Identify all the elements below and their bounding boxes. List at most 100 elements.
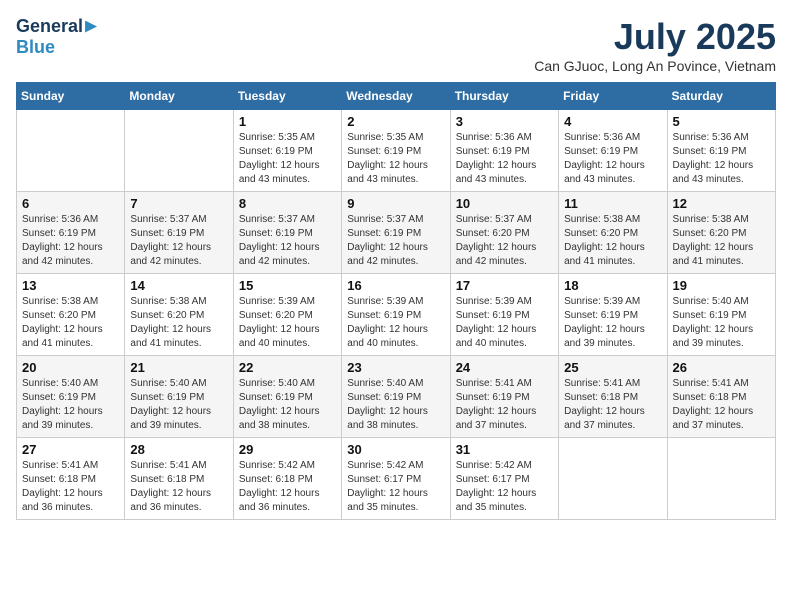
calendar-cell: 31 Sunrise: 5:42 AMSunset: 6:17 PMDayligh… — [450, 438, 558, 520]
calendar-cell: 21 Sunrise: 5:40 AMSunset: 6:19 PMDayligh… — [125, 356, 233, 438]
calendar-cell: 6 Sunrise: 5:36 AMSunset: 6:19 PMDaylight… — [17, 192, 125, 274]
day-info: Sunrise: 5:35 AMSunset: 6:19 PMDaylight:… — [347, 131, 444, 187]
calendar-cell: 10 Sunrise: 5:37 AMSunset: 6:20 PMDayligh… — [450, 192, 558, 274]
calendar-week-1: 1 Sunrise: 5:35 AMSunset: 6:19 PMDaylight… — [17, 110, 776, 192]
calendar-cell: 27Sunrise: 5:41 AMSunset: 6:18 PMDayligh… — [17, 438, 125, 520]
day-number: 10 — [456, 196, 553, 211]
day-info: Sunrise: 5:36 AMSunset: 6:19 PMDaylight:… — [673, 131, 770, 187]
day-number: 19 — [673, 278, 770, 293]
day-number: 21 — [130, 360, 227, 375]
calendar-week-2: 6 Sunrise: 5:36 AMSunset: 6:19 PMDaylight… — [17, 192, 776, 274]
header-monday: Monday — [125, 83, 233, 110]
calendar-cell: 23 Sunrise: 5:40 AMSunset: 6:19 PMDayligh… — [342, 356, 450, 438]
calendar-cell: 26 Sunrise: 5:41 AMSunset: 6:18 PMDayligh… — [667, 356, 775, 438]
logo-general: General — [16, 16, 83, 37]
calendar-cell: 3 Sunrise: 5:36 AMSunset: 6:19 PMDaylight… — [450, 110, 558, 192]
day-number: 9 — [347, 196, 444, 211]
day-info: Sunrise: 5:39 AMSunset: 6:19 PMDaylight:… — [456, 295, 553, 351]
calendar-cell: 22 Sunrise: 5:40 AMSunset: 6:19 PMDayligh… — [233, 356, 341, 438]
day-info: Sunrise: 5:42 AMSunset: 6:17 PMDaylight:… — [347, 459, 444, 515]
day-info: Sunrise: 5:37 AMSunset: 6:20 PMDaylight:… — [456, 213, 553, 269]
calendar-cell: 25 Sunrise: 5:41 AMSunset: 6:18 PMDayligh… — [559, 356, 667, 438]
day-number: 17 — [456, 278, 553, 293]
day-info: Sunrise: 5:38 AMSunset: 6:20 PMDaylight:… — [130, 295, 227, 351]
day-info: Sunrise: 5:42 AMSunset: 6:17 PMDaylight:… — [456, 459, 553, 515]
day-number: 20 — [22, 360, 119, 375]
calendar-cell: 19Sunrise: 5:40 AMSunset: 6:19 PMDayligh… — [667, 274, 775, 356]
day-info: Sunrise: 5:41 AMSunset: 6:18 PMDaylight:… — [564, 377, 661, 433]
logo-icon — [85, 21, 97, 33]
day-number: 26 — [673, 360, 770, 375]
calendar-week-5: 27Sunrise: 5:41 AMSunset: 6:18 PMDayligh… — [17, 438, 776, 520]
calendar-cell: 11 Sunrise: 5:38 AMSunset: 6:20 PMDayligh… — [559, 192, 667, 274]
day-info: Sunrise: 5:37 AMSunset: 6:19 PMDaylight:… — [347, 213, 444, 269]
calendar-cell — [559, 438, 667, 520]
calendar-cell — [125, 110, 233, 192]
day-info: Sunrise: 5:36 AMSunset: 6:19 PMDaylight:… — [456, 131, 553, 187]
calendar-week-4: 20 Sunrise: 5:40 AMSunset: 6:19 PMDayligh… — [17, 356, 776, 438]
day-number: 29 — [239, 442, 336, 457]
day-number: 18 — [564, 278, 661, 293]
calendar-cell: 9 Sunrise: 5:37 AMSunset: 6:19 PMDaylight… — [342, 192, 450, 274]
calendar-cell: 2Sunrise: 5:35 AMSunset: 6:19 PMDaylight… — [342, 110, 450, 192]
calendar-cell: 1 Sunrise: 5:35 AMSunset: 6:19 PMDaylight… — [233, 110, 341, 192]
day-number: 1 — [239, 114, 336, 129]
calendar-week-3: 13 Sunrise: 5:38 AMSunset: 6:20 PMDayligh… — [17, 274, 776, 356]
day-number: 23 — [347, 360, 444, 375]
day-number: 24 — [456, 360, 553, 375]
day-info: Sunrise: 5:40 AMSunset: 6:19 PMDaylight:… — [347, 377, 444, 433]
day-number: 12 — [673, 196, 770, 211]
logo-blue: Blue — [16, 37, 55, 58]
calendar-cell: 30 Sunrise: 5:42 AMSunset: 6:17 PMDayligh… — [342, 438, 450, 520]
day-info: Sunrise: 5:41 AMSunset: 6:18 PMDaylight:… — [22, 459, 119, 515]
day-info: Sunrise: 5:35 AMSunset: 6:19 PMDaylight:… — [239, 131, 336, 187]
day-number: 25 — [564, 360, 661, 375]
title-area: July 2025 Can GJuoc, Long An Povince, Vi… — [534, 16, 776, 74]
day-info: Sunrise: 5:38 AMSunset: 6:20 PMDaylight:… — [22, 295, 119, 351]
day-info: Sunrise: 5:41 AMSunset: 6:18 PMDaylight:… — [673, 377, 770, 433]
day-info: Sunrise: 5:38 AMSunset: 6:20 PMDaylight:… — [564, 213, 661, 269]
day-number: 4 — [564, 114, 661, 129]
calendar-cell: 28Sunrise: 5:41 AMSunset: 6:18 PMDayligh… — [125, 438, 233, 520]
calendar-cell: 16Sunrise: 5:39 AMSunset: 6:19 PMDayligh… — [342, 274, 450, 356]
calendar-cell: 15 Sunrise: 5:39 AMSunset: 6:20 PMDayligh… — [233, 274, 341, 356]
calendar-cell: 12Sunrise: 5:38 AMSunset: 6:20 PMDayligh… — [667, 192, 775, 274]
day-number: 13 — [22, 278, 119, 293]
page-header: General Blue July 2025 Can GJuoc, Long A… — [16, 16, 776, 74]
day-info: Sunrise: 5:41 AMSunset: 6:18 PMDaylight:… — [130, 459, 227, 515]
header-wednesday: Wednesday — [342, 83, 450, 110]
calendar-cell — [17, 110, 125, 192]
day-number: 30 — [347, 442, 444, 457]
day-info: Sunrise: 5:37 AMSunset: 6:19 PMDaylight:… — [130, 213, 227, 269]
day-info: Sunrise: 5:36 AMSunset: 6:19 PMDaylight:… — [22, 213, 119, 269]
day-number: 3 — [456, 114, 553, 129]
day-number: 6 — [22, 196, 119, 211]
day-info: Sunrise: 5:40 AMSunset: 6:19 PMDaylight:… — [239, 377, 336, 433]
day-number: 8 — [239, 196, 336, 211]
calendar-cell: 24Sunrise: 5:41 AMSunset: 6:19 PMDayligh… — [450, 356, 558, 438]
month-title: July 2025 — [534, 16, 776, 58]
calendar-header-row: SundayMondayTuesdayWednesdayThursdayFrid… — [17, 83, 776, 110]
calendar-cell: 13 Sunrise: 5:38 AMSunset: 6:20 PMDayligh… — [17, 274, 125, 356]
day-number: 16 — [347, 278, 444, 293]
day-number: 11 — [564, 196, 661, 211]
day-info: Sunrise: 5:36 AMSunset: 6:19 PMDaylight:… — [564, 131, 661, 187]
calendar-cell: 17 Sunrise: 5:39 AMSunset: 6:19 PMDayligh… — [450, 274, 558, 356]
day-number: 15 — [239, 278, 336, 293]
day-info: Sunrise: 5:40 AMSunset: 6:19 PMDaylight:… — [130, 377, 227, 433]
calendar-cell: 7 Sunrise: 5:37 AMSunset: 6:19 PMDaylight… — [125, 192, 233, 274]
day-number: 14 — [130, 278, 227, 293]
day-info: Sunrise: 5:42 AMSunset: 6:18 PMDaylight:… — [239, 459, 336, 515]
day-info: Sunrise: 5:37 AMSunset: 6:19 PMDaylight:… — [239, 213, 336, 269]
day-number: 22 — [239, 360, 336, 375]
day-info: Sunrise: 5:39 AMSunset: 6:20 PMDaylight:… — [239, 295, 336, 351]
header-saturday: Saturday — [667, 83, 775, 110]
day-number: 7 — [130, 196, 227, 211]
logo: General Blue — [16, 16, 97, 58]
calendar-cell: 4 Sunrise: 5:36 AMSunset: 6:19 PMDaylight… — [559, 110, 667, 192]
calendar-cell: 14 Sunrise: 5:38 AMSunset: 6:20 PMDayligh… — [125, 274, 233, 356]
header-thursday: Thursday — [450, 83, 558, 110]
day-number: 31 — [456, 442, 553, 457]
day-info: Sunrise: 5:40 AMSunset: 6:19 PMDaylight:… — [22, 377, 119, 433]
location-subtitle: Can GJuoc, Long An Povince, Vietnam — [534, 58, 776, 74]
